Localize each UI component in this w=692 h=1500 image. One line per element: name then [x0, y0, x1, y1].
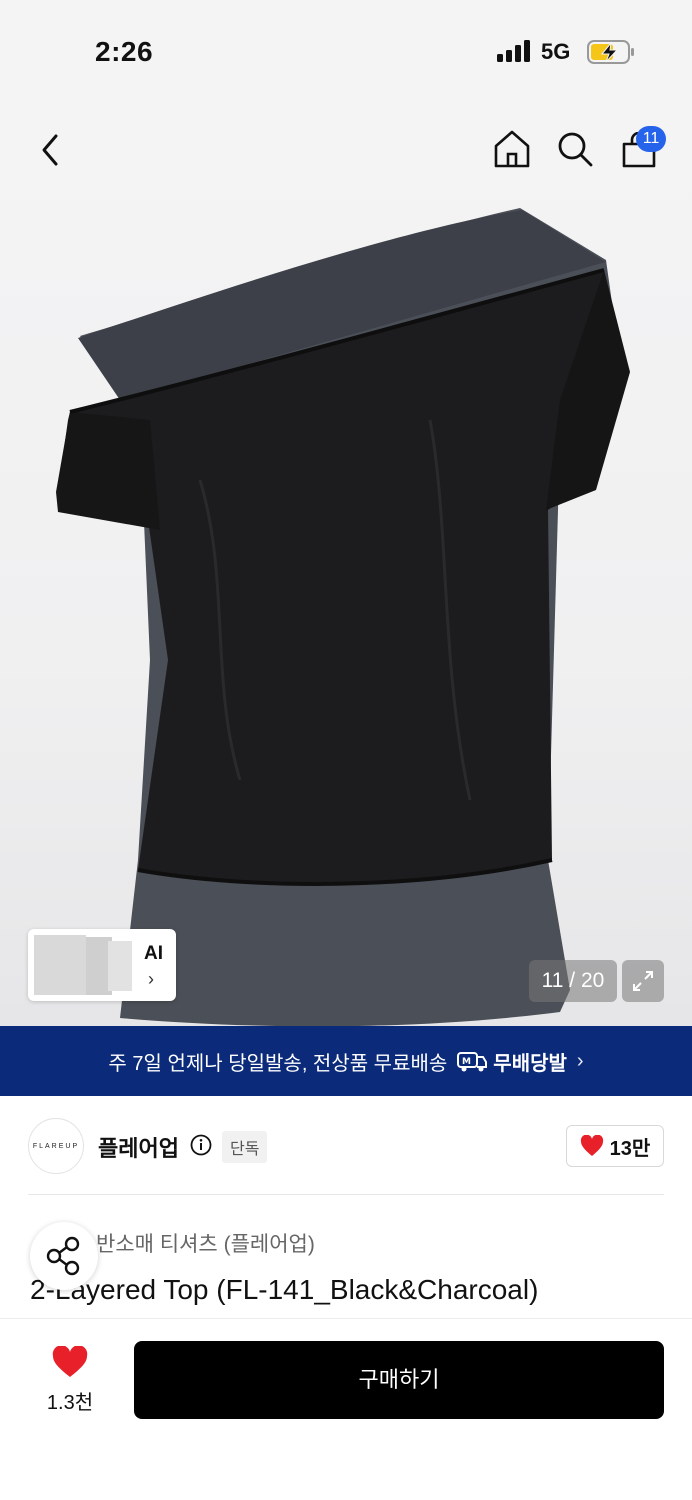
expand-button[interactable] — [622, 960, 664, 1002]
product-title: 2-Layered Top (FL-141_Black&Charcoal) — [30, 1274, 539, 1305]
info-icon[interactable] — [190, 1134, 212, 1156]
product-image[interactable]: AI › 11 / 20 — [0, 100, 692, 1026]
product-photo-shirt — [56, 208, 630, 1026]
status-time: 2:26 — [95, 36, 154, 67]
thumbnail-model-3 — [108, 941, 132, 991]
free-shipping-badge: M 무배당발 — [457, 1047, 567, 1076]
exclusive-tag: 단독 — [222, 1131, 268, 1163]
svg-text:M: M — [462, 1057, 471, 1067]
wishlist-count: 1.3천 — [46, 1392, 94, 1414]
signal-icon — [497, 40, 530, 62]
search-icon[interactable] — [556, 130, 594, 168]
share-icon — [46, 1236, 80, 1276]
shipping-banner[interactable]: 주 7일 언제나 당일발송, 전상품 무료배송 M 무배당발 › — [0, 1026, 692, 1096]
home-icon[interactable] — [492, 128, 532, 170]
network-label: 5G — [541, 39, 571, 64]
divider — [28, 1194, 664, 1195]
brand-name[interactable]: 플레어업 — [98, 1131, 179, 1163]
brand-like-count: 13만 — [609, 1137, 651, 1160]
ai-fitting-thumbnails[interactable]: AI › — [28, 929, 176, 1001]
wishlist-heart-icon[interactable] — [52, 1346, 88, 1378]
cart-count-badge: 11 — [636, 126, 666, 152]
status-bar: 2:26 5G — [0, 0, 692, 100]
brand-logo[interactable]: FLAREUP — [28, 1118, 84, 1174]
chevron-right-icon: › — [148, 969, 154, 989]
badge-label: 무배당발 — [493, 1052, 567, 1075]
buy-button[interactable]: 구매하기 — [134, 1341, 664, 1419]
banner-text: 주 7일 언제나 당일발송, 전상품 무료배송 — [108, 1052, 448, 1075]
category-label: 반소매 티셔츠 (플레어업) — [96, 1233, 315, 1256]
delivery-truck-icon: M — [457, 1052, 488, 1072]
image-counter: 11 / 20 — [529, 960, 617, 1002]
expand-icon — [633, 971, 653, 991]
chevron-right-icon: › — [576, 1049, 584, 1072]
ai-label: AI — [144, 943, 163, 964]
battery-charging-icon — [587, 40, 634, 64]
brand-like-button[interactable]: 13만 — [566, 1125, 664, 1167]
thumbnail-model-1 — [32, 933, 88, 997]
share-button[interactable] — [30, 1222, 98, 1290]
back-icon[interactable] — [36, 132, 66, 168]
heart-icon — [580, 1135, 603, 1156]
